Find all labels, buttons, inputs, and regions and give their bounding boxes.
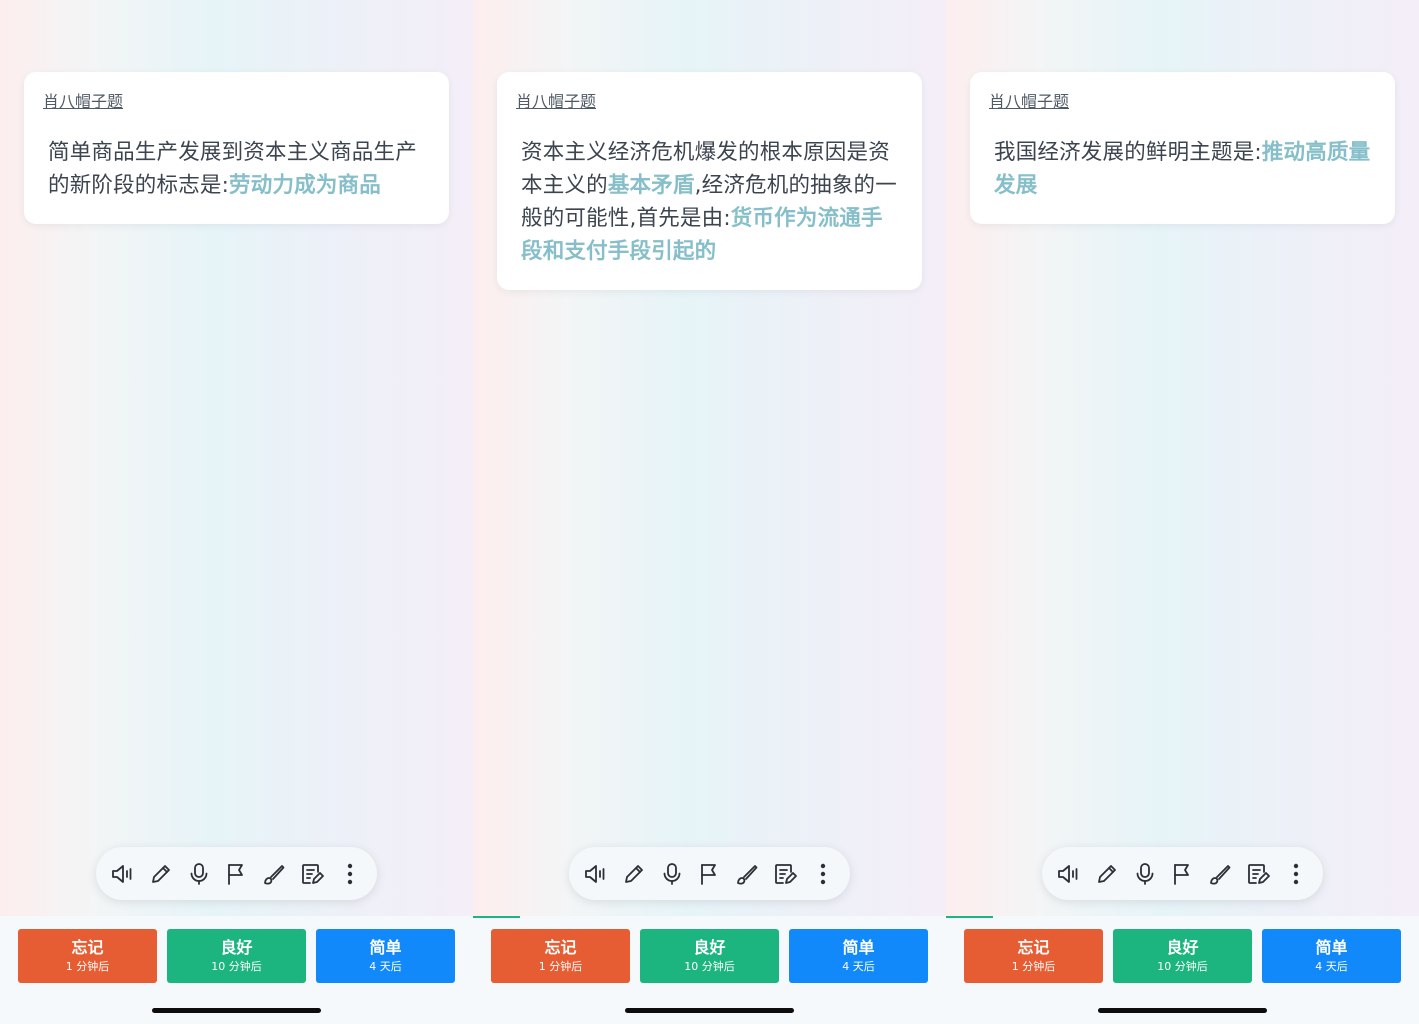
forget-button[interactable]: 忘记 1 分钟后: [491, 929, 630, 983]
forget-button[interactable]: 忘记 1 分钟后: [18, 929, 157, 983]
good-interval: 10 分钟后: [211, 960, 262, 973]
flag-icon[interactable]: [694, 859, 724, 889]
rating-buttons: 忘记 1 分钟后 良好 10 分钟后 简单 4 天后: [18, 929, 455, 983]
speaker-icon[interactable]: [1054, 859, 1084, 889]
good-interval: 10 分钟后: [684, 960, 735, 973]
deck-tag-link[interactable]: 肖八帽子题: [516, 92, 596, 112]
easy-button[interactable]: 简单 4 天后: [789, 929, 928, 983]
good-label: 良好: [1166, 938, 1199, 957]
deck-tag-link[interactable]: 肖八帽子题: [989, 92, 1069, 112]
easy-button[interactable]: 简单 4 天后: [316, 929, 455, 983]
progress-bar: [473, 916, 521, 918]
answer-bar: 忘记 1 分钟后 良好 10 分钟后 简单 4 天后: [0, 916, 473, 1024]
question-text: 我国经济发展的鲜明主题是:推动高质量发展: [989, 136, 1375, 202]
pencil-icon[interactable]: [1092, 859, 1122, 889]
rating-buttons: 忘记 1 分钟后 良好 10 分钟后 简单 4 天后: [491, 929, 928, 983]
answer-highlight: 基本矛盾: [607, 173, 695, 198]
more-vertical-icon[interactable]: [808, 859, 838, 889]
pencil-icon[interactable]: [619, 859, 649, 889]
deck-tag-link[interactable]: 肖八帽子题: [43, 92, 123, 112]
forget-interval: 1 分钟后: [65, 960, 110, 973]
brush-icon[interactable]: [1205, 859, 1235, 889]
good-button[interactable]: 良好 10 分钟后: [1113, 929, 1252, 983]
microphone-icon[interactable]: [1130, 859, 1160, 889]
good-label: 良好: [220, 938, 253, 957]
more-vertical-icon[interactable]: [1281, 859, 1311, 889]
forget-label: 忘记: [1017, 938, 1050, 957]
forget-label: 忘记: [544, 938, 577, 957]
brush-icon[interactable]: [732, 859, 762, 889]
speaker-icon[interactable]: [108, 859, 138, 889]
brush-icon[interactable]: [259, 859, 289, 889]
review-screen: 肖八帽子题 资本主义经济危机爆发的根本原因是资本主义的基本矛盾,经济危机的抽象的…: [473, 0, 946, 1024]
forget-interval: 1 分钟后: [1011, 960, 1056, 973]
flag-icon[interactable]: [1167, 859, 1197, 889]
easy-label: 简单: [369, 938, 402, 957]
microphone-icon[interactable]: [657, 859, 687, 889]
flashcard[interactable]: 肖八帽子题 我国经济发展的鲜明主题是:推动高质量发展: [970, 72, 1395, 224]
good-interval: 10 分钟后: [1157, 960, 1208, 973]
rating-buttons: 忘记 1 分钟后 良好 10 分钟后 简单 4 天后: [964, 929, 1401, 983]
easy-button[interactable]: 简单 4 天后: [1262, 929, 1401, 983]
home-indicator[interactable]: [625, 1008, 794, 1013]
review-screen: 肖八帽子题 我国经济发展的鲜明主题是:推动高质量发展 忘记 1 分钟后 良好 1…: [946, 0, 1419, 1024]
more-vertical-icon[interactable]: [335, 859, 365, 889]
easy-label: 简单: [1315, 938, 1348, 957]
review-screen: 肖八帽子题 简单商品生产发展到资本主义商品生产的新阶段的标志是:劳动力成为商品 …: [0, 0, 473, 1024]
pencil-icon[interactable]: [146, 859, 176, 889]
answer-bar: 忘记 1 分钟后 良好 10 分钟后 简单 4 天后: [473, 916, 946, 1024]
microphone-icon[interactable]: [184, 859, 214, 889]
card-toolbar: [569, 847, 850, 900]
answer-bar: 忘记 1 分钟后 良好 10 分钟后 简单 4 天后: [946, 916, 1419, 1024]
forget-label: 忘记: [71, 938, 104, 957]
speaker-icon[interactable]: [581, 859, 611, 889]
question-text: 简单商品生产发展到资本主义商品生产的新阶段的标志是:劳动力成为商品: [43, 136, 429, 202]
question-prefix: 我国经济发展的鲜明主题是:: [994, 140, 1262, 165]
easy-interval: 4 天后: [1315, 960, 1348, 973]
question-text: 资本主义经济危机爆发的根本原因是资本主义的基本矛盾,经济危机的抽象的一般的可能性…: [516, 136, 902, 268]
easy-interval: 4 天后: [369, 960, 402, 973]
flashcard[interactable]: 肖八帽子题 资本主义经济危机爆发的根本原因是资本主义的基本矛盾,经济危机的抽象的…: [497, 72, 922, 290]
flashcard[interactable]: 肖八帽子题 简单商品生产发展到资本主义商品生产的新阶段的标志是:劳动力成为商品: [24, 72, 449, 224]
note-edit-icon[interactable]: [770, 859, 800, 889]
answer-highlight: 劳动力成为商品: [229, 173, 381, 198]
forget-interval: 1 分钟后: [538, 960, 583, 973]
progress-bar: [946, 916, 994, 918]
note-edit-icon[interactable]: [297, 859, 327, 889]
card-toolbar: [1042, 847, 1323, 900]
flag-icon[interactable]: [221, 859, 251, 889]
note-edit-icon[interactable]: [1243, 859, 1273, 889]
card-toolbar: [96, 847, 377, 900]
easy-interval: 4 天后: [842, 960, 875, 973]
good-button[interactable]: 良好 10 分钟后: [640, 929, 779, 983]
good-button[interactable]: 良好 10 分钟后: [167, 929, 306, 983]
easy-label: 简单: [842, 938, 875, 957]
good-label: 良好: [693, 938, 726, 957]
forget-button[interactable]: 忘记 1 分钟后: [964, 929, 1103, 983]
home-indicator[interactable]: [1098, 1008, 1267, 1013]
home-indicator[interactable]: [152, 1008, 321, 1013]
